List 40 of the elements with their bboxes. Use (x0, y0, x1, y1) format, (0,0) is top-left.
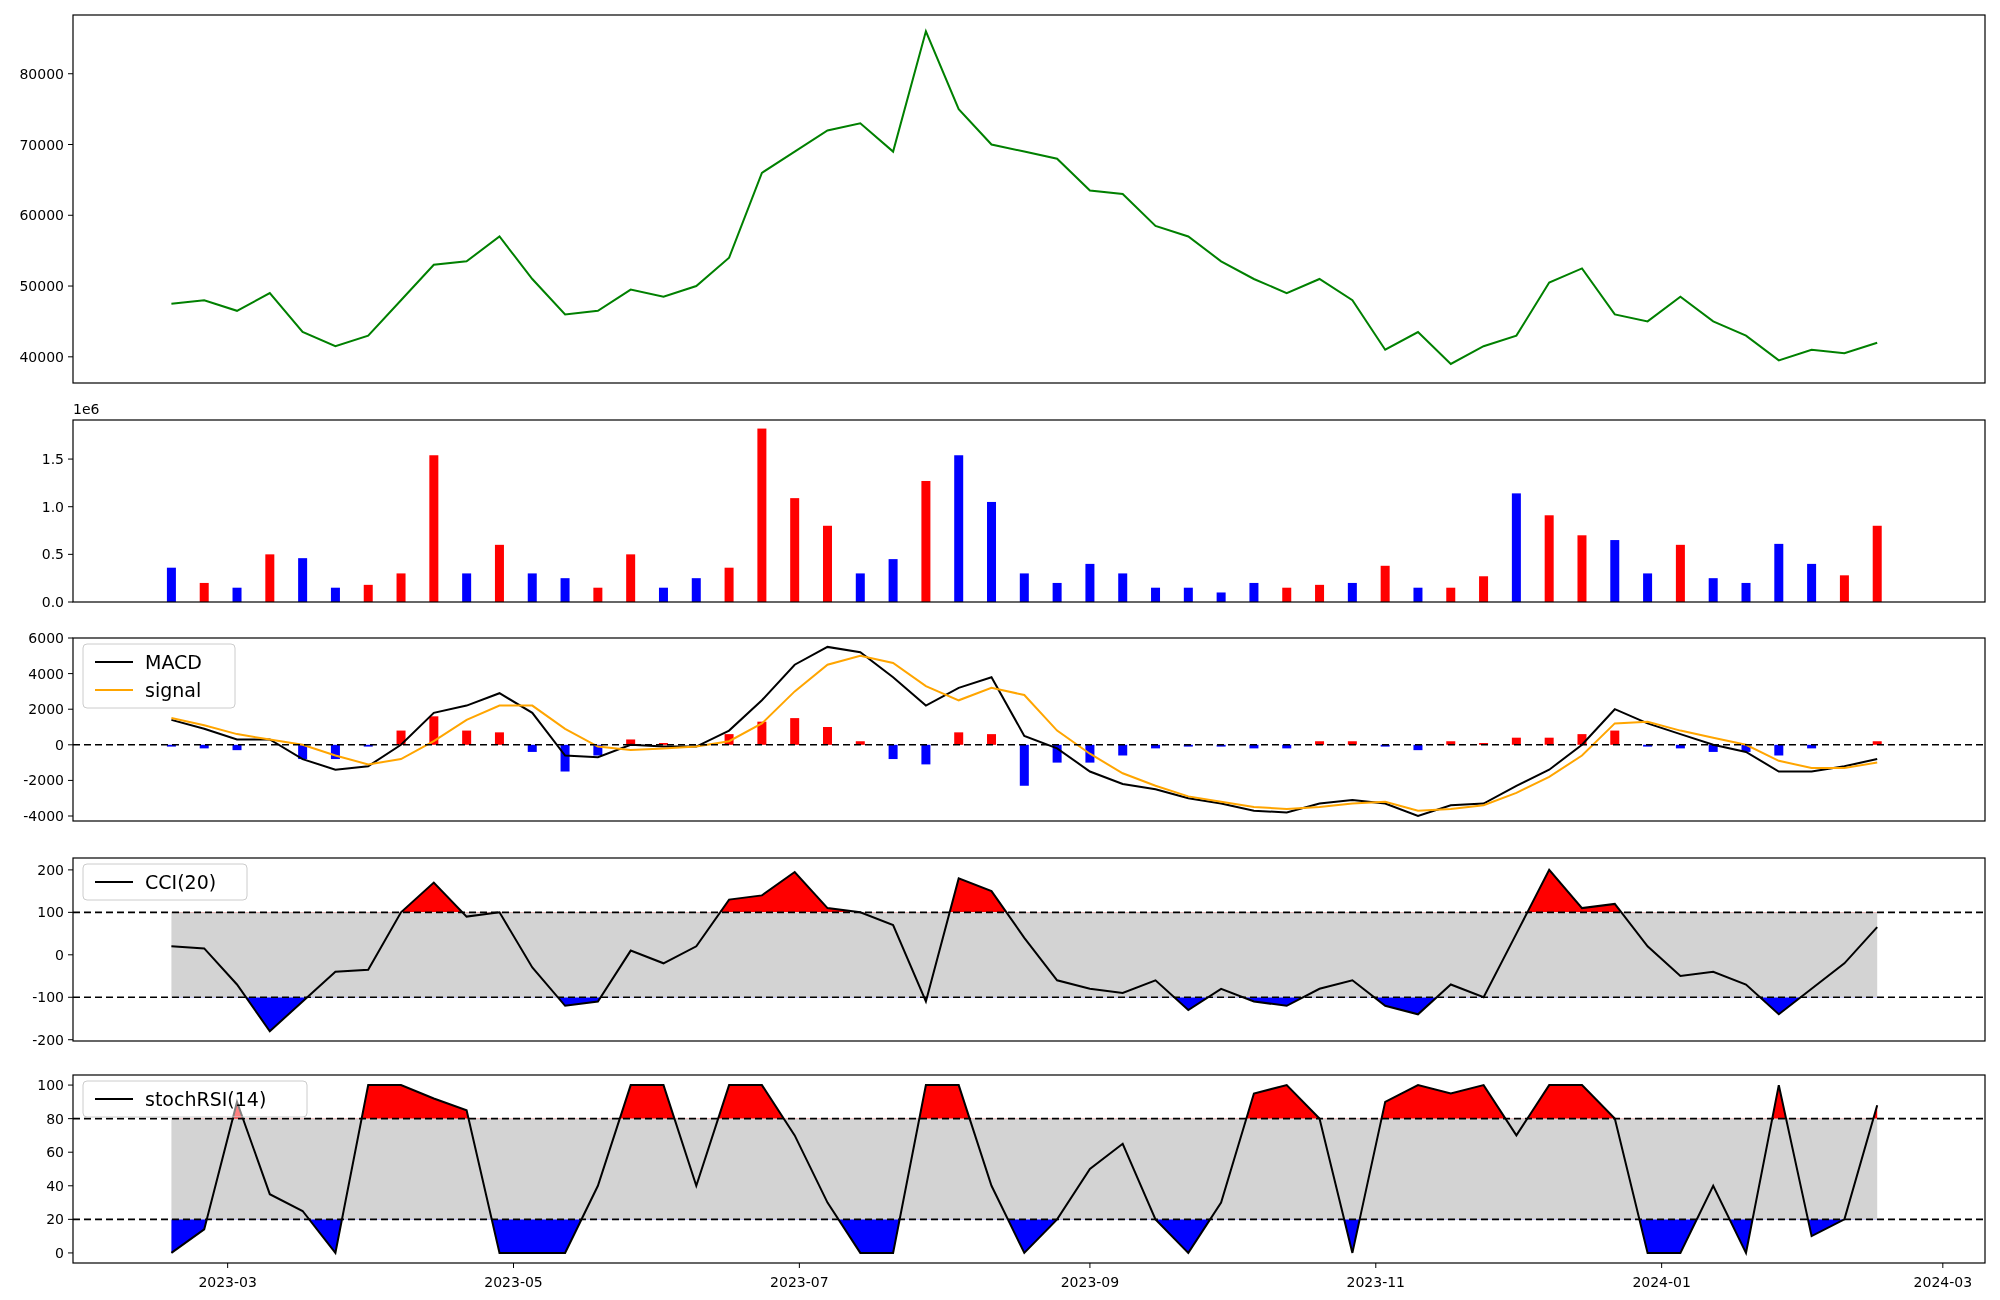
legend-label: CCI(20) (145, 871, 217, 893)
tick-label: 40000 (19, 348, 64, 365)
tick-label: 0.0 (41, 594, 64, 610)
chart-legend: stochRSI(14) (82, 1080, 308, 1118)
tick-label: 100 (37, 904, 64, 921)
tick-label: 70000 (19, 136, 64, 153)
chart-legend: CCI(20) (82, 863, 248, 901)
tick-label: 4000 (28, 665, 64, 682)
tick-label: 50000 (19, 278, 64, 295)
tick-label: 6000 (28, 630, 64, 646)
tick-label: 20 (46, 1211, 64, 1228)
tick-label: 60000 (19, 207, 64, 224)
tick-label: 0 (55, 736, 64, 753)
legend-label: signal (145, 679, 202, 701)
axis-offset-label: 1e6 (73, 401, 100, 417)
tick-label: 0.5 (41, 546, 64, 563)
tick-label: 2024-01 (1632, 1274, 1691, 1290)
legend-label: MACD (145, 651, 202, 673)
tick-label: 2023-05 (484, 1274, 543, 1290)
tick-label: 2023-09 (1060, 1274, 1120, 1290)
tick-label: 60 (46, 1144, 64, 1161)
legend-label: stochRSI(14) (145, 1088, 267, 1110)
tick-label: 0 (55, 1244, 64, 1261)
tick-label: 200 (37, 861, 64, 878)
tick-label: -4000 (23, 808, 64, 824)
tick-label: 2023-07 (770, 1274, 829, 1290)
tick-label: 2024-03 (1913, 1274, 1973, 1290)
tick-label: 2023-11 (1346, 1274, 1406, 1290)
tick-label: -200 (32, 1031, 64, 1048)
tick-label: -2000 (23, 772, 64, 789)
tick-label: 100 (37, 1077, 64, 1094)
tick-label: 80 (46, 1110, 64, 1127)
tick-label: 40 (46, 1177, 64, 1194)
tick-label: 2000 (28, 701, 64, 718)
tick-label: 80000 (19, 65, 64, 82)
tick-label: 1.0 (41, 498, 64, 515)
tick-label: 1.5 (41, 451, 64, 468)
tick-label: -100 (32, 989, 64, 1006)
tick-label: 0 (55, 946, 64, 963)
tick-label: 2023-03 (198, 1274, 257, 1290)
